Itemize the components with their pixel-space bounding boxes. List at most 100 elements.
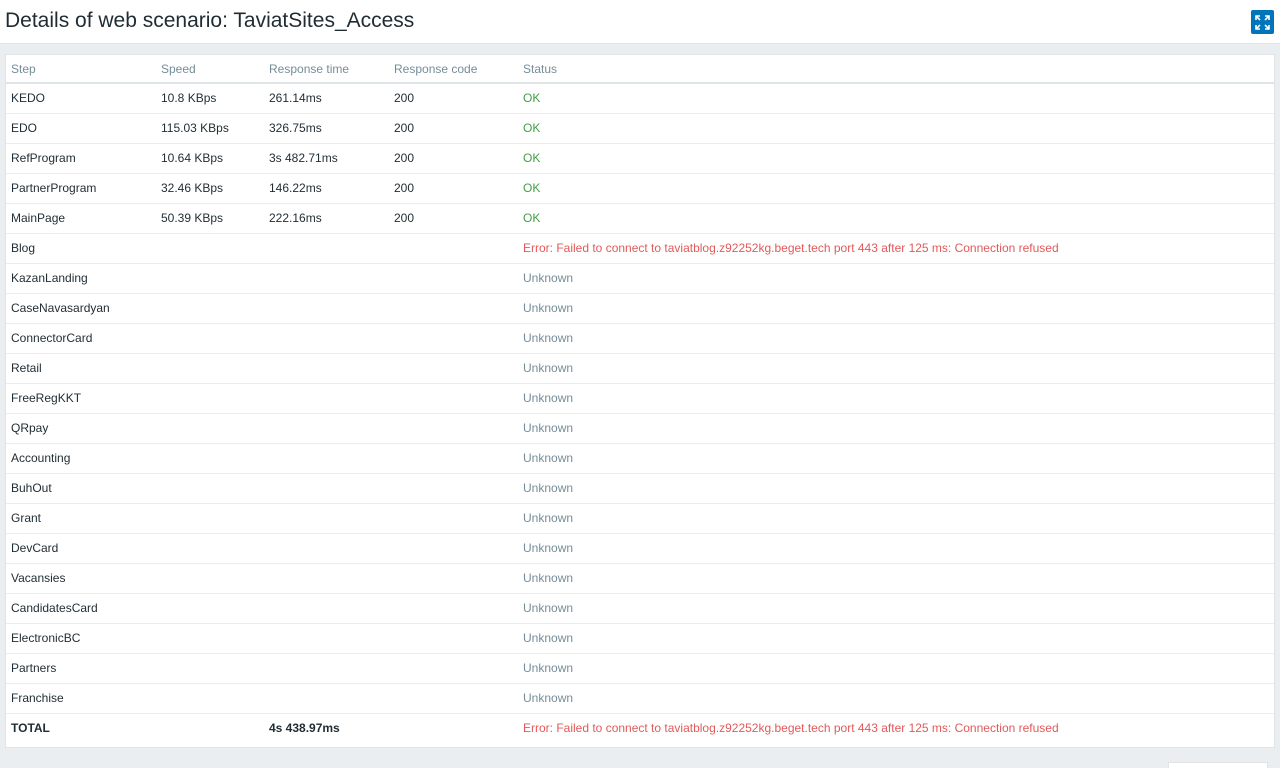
response-time-cell	[264, 323, 389, 354]
step-cell: EDO	[6, 113, 156, 144]
step-cell: CandidatesCard	[6, 593, 156, 624]
step-cell: ConnectorCard	[6, 323, 156, 354]
column-header-speed: Speed	[156, 55, 264, 84]
table-row: RefProgram 10.64 KBps 3s 482.71ms 200 OK	[6, 143, 1274, 174]
speed-cell	[156, 533, 264, 564]
response-code-cell	[389, 353, 518, 384]
table-row: ConnectorCard Unknown	[6, 323, 1274, 354]
response-time-cell	[264, 383, 389, 414]
response-time-cell	[264, 263, 389, 294]
response-time-cell	[264, 353, 389, 384]
status-cell: Unknown	[518, 533, 1274, 564]
step-cell: BuhOut	[6, 473, 156, 504]
speed-cell	[156, 563, 264, 594]
table-row: PartnerProgram 32.46 KBps 146.22ms 200 OK	[6, 173, 1274, 204]
step-cell: DevCard	[6, 533, 156, 564]
page-title: Details of web scenario: TaviatSites_Acc…	[5, 9, 415, 32]
step-cell: KEDO	[6, 83, 156, 114]
response-code-cell	[389, 623, 518, 654]
table-row: DevCard Unknown	[6, 533, 1274, 564]
response-code-cell	[389, 293, 518, 324]
response-code-cell	[389, 323, 518, 354]
response-code-cell	[389, 563, 518, 594]
speed-cell	[156, 473, 264, 504]
table-row: EDO 115.03 KBps 326.75ms 200 OK	[6, 113, 1274, 144]
speed-cell	[156, 623, 264, 654]
step-cell: PartnerProgram	[6, 173, 156, 204]
steps-table: Step Speed Response time Response code S…	[6, 55, 1274, 743]
step-cell: Blog	[6, 233, 156, 264]
column-header-response-time: Response time	[264, 55, 389, 84]
response-code-cell	[389, 533, 518, 564]
status-cell: Unknown	[518, 263, 1274, 294]
speed-cell	[156, 323, 264, 354]
table-row: KazanLanding Unknown	[6, 263, 1274, 294]
response-time-cell: 326.75ms	[264, 113, 389, 144]
response-code-cell	[389, 473, 518, 504]
response-time-cell	[264, 233, 389, 264]
speed-cell	[156, 353, 264, 384]
status-cell: OK	[518, 173, 1274, 204]
step-cell: Accounting	[6, 443, 156, 474]
speed-cell: 50.39 KBps	[156, 203, 264, 234]
total-label: TOTAL	[11, 721, 50, 736]
status-cell: OK	[518, 83, 1274, 114]
table-row: Blog Error: Failed to connect to taviatbl…	[6, 233, 1274, 264]
response-code-cell: 200	[389, 113, 518, 144]
status-cell: Unknown	[518, 683, 1274, 714]
status-cell: Unknown	[518, 293, 1274, 324]
response-time-cell	[264, 563, 389, 594]
status-cell: Unknown	[518, 623, 1274, 654]
speed-cell	[156, 593, 264, 624]
response-code-cell: 200	[389, 143, 518, 174]
response-code-cell: 200	[389, 173, 518, 204]
response-code-cell	[389, 413, 518, 444]
response-code-cell	[389, 233, 518, 264]
status-cell: OK	[518, 143, 1274, 174]
total-row: TOTAL 4s 438.97ms Error: Failed to connect…	[6, 713, 1274, 743]
status-cell: Unknown	[518, 353, 1274, 384]
table-row: KEDO 10.8 KBps 261.14ms 200 OK	[6, 83, 1274, 114]
response-code-cell: 200	[389, 83, 518, 114]
table-row: CaseNavasardyan Unknown	[6, 293, 1274, 324]
column-header-response-code: Response code	[389, 55, 518, 84]
response-time-cell: 146.22ms	[264, 173, 389, 204]
table-row: BuhOut Unknown	[6, 473, 1274, 504]
speed-cell	[156, 683, 264, 714]
table-row: Accounting Unknown	[6, 443, 1274, 474]
table-row: FreeRegKKT Unknown	[6, 383, 1274, 414]
response-time-cell	[264, 443, 389, 474]
response-code-cell	[389, 593, 518, 624]
response-time-cell: 3s 482.71ms	[264, 143, 389, 174]
step-cell: Franchise	[6, 683, 156, 714]
step-cell: RefProgram	[6, 143, 156, 174]
status-cell: Unknown	[518, 443, 1274, 474]
table-row: Retail Unknown	[6, 353, 1274, 384]
step-cell: ElectronicBC	[6, 623, 156, 654]
response-time-cell	[264, 533, 389, 564]
table-row: Franchise Unknown	[6, 683, 1274, 714]
steps-table-body: KEDO 10.8 KBps 261.14ms 200 OK EDO 115.03 KBps…	[6, 83, 1274, 743]
column-header-status: Status	[518, 55, 1274, 84]
speed-cell	[156, 413, 264, 444]
step-cell: FreeRegKKT	[6, 383, 156, 414]
speed-cell	[156, 443, 264, 474]
speed-cell	[156, 293, 264, 324]
fullscreen-button[interactable]	[1251, 10, 1274, 34]
status-cell: Unknown	[518, 383, 1274, 414]
response-code-cell	[389, 383, 518, 414]
response-time-cell	[264, 593, 389, 624]
table-row: Partners Unknown	[6, 653, 1274, 684]
status-cell: Unknown	[518, 473, 1274, 504]
response-time-cell: 261.14ms	[264, 83, 389, 114]
step-cell: Vacansies	[6, 563, 156, 594]
total-status: Error: Failed to connect to taviatblog.z…	[523, 721, 1059, 736]
speed-cell: 32.46 KBps	[156, 173, 264, 204]
status-cell: Unknown	[518, 323, 1274, 354]
step-cell: QRpay	[6, 413, 156, 444]
response-time-cell	[264, 503, 389, 534]
table-row: Grant Unknown	[6, 503, 1274, 534]
speed-cell	[156, 263, 264, 294]
status-cell: OK	[518, 203, 1274, 234]
step-cell: MainPage	[6, 203, 156, 234]
